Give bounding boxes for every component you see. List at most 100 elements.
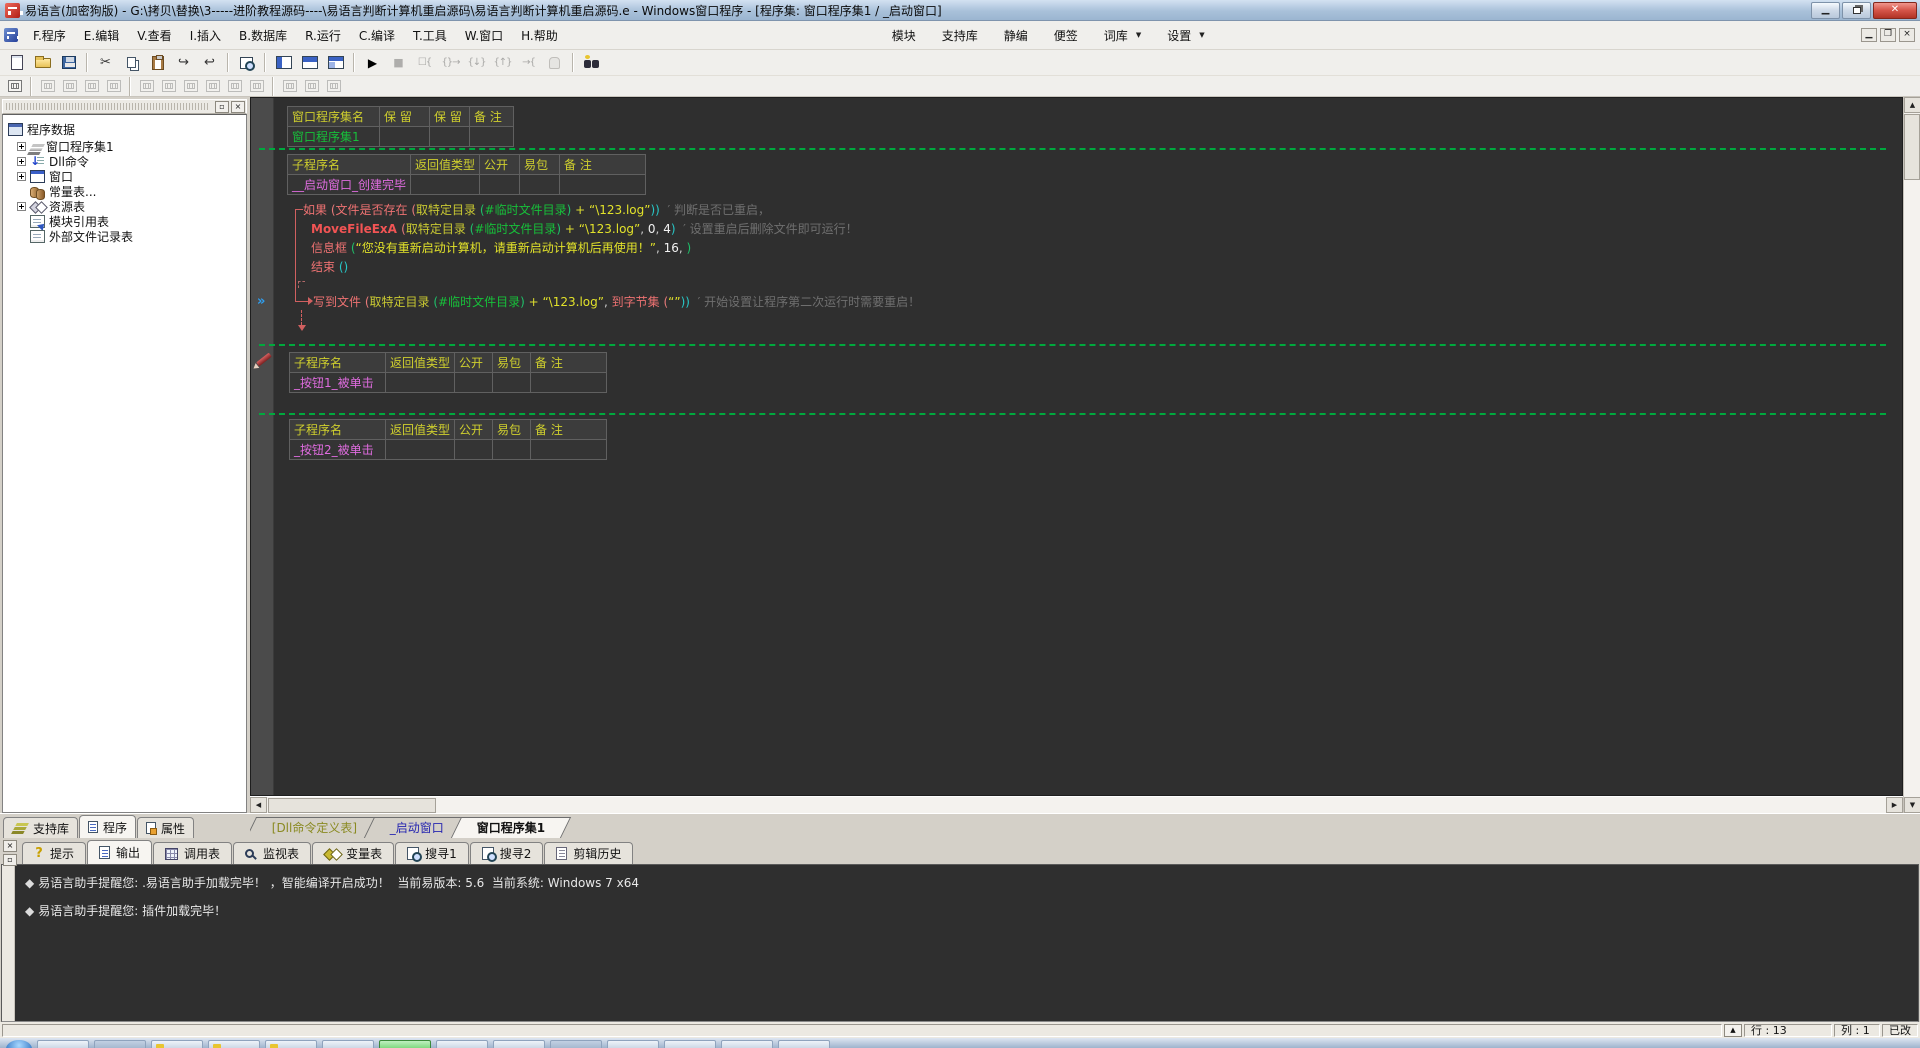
taskbar-item[interactable] [379, 1040, 431, 1048]
tab-window-assembly1[interactable]: 窗口程序集1 [451, 817, 572, 838]
tab-hints[interactable]: ? 提示 [22, 842, 87, 864]
menu-settings[interactable]: 设置 ▼ [1154, 23, 1217, 48]
run-button[interactable]: ▶ [360, 52, 385, 74]
horizontal-scroll-thumb[interactable] [268, 797, 436, 813]
tab-clip-history[interactable]: 剪辑历史 [544, 842, 634, 864]
scroll-down-button[interactable]: ▼ [1904, 797, 1920, 813]
taskbar-item[interactable] [778, 1040, 830, 1048]
subroutine-name-cell[interactable]: _按钮2_被单击 [289, 439, 386, 460]
horizontal-scrollbar[interactable]: ◀ ▶ [250, 796, 1903, 813]
tab-watch-table[interactable]: 监视表 [233, 842, 312, 864]
tab-search2[interactable]: 搜寻2 [469, 842, 544, 864]
taskbar-item[interactable] [94, 1040, 146, 1048]
panel-float-button[interactable]: ▫ [215, 100, 229, 113]
open-button[interactable] [30, 52, 55, 74]
table-row[interactable]: _按钮1_被单击 [289, 372, 608, 393]
menu-program[interactable]: F.程序 [24, 23, 75, 48]
view-both-panels-button[interactable] [323, 52, 348, 74]
expand-plus-icon[interactable] [17, 202, 26, 211]
redo-button[interactable]: ↪ [171, 52, 196, 74]
code-editor[interactable]: 窗口程序集名 保 留 保 留 备 注 窗口程序集1 子程序名 返回值类型 公开 [250, 97, 1903, 796]
scroll-left-button[interactable]: ◀ [250, 797, 267, 813]
expand-plus-icon[interactable] [17, 142, 26, 151]
menu-insert[interactable]: I.插入 [181, 23, 230, 48]
tree-item-dll-commands[interactable]: Dll命令 [8, 154, 244, 169]
output-float-button[interactable]: ▫ [3, 854, 17, 866]
menu-compile[interactable]: C.编译 [350, 23, 404, 48]
menu-edit[interactable]: E.编辑 [75, 23, 128, 48]
close-button[interactable]: ✕ [1873, 1, 1917, 19]
restore-button[interactable] [1842, 1, 1871, 19]
table-row[interactable]: 窗口程序集1 [287, 126, 514, 147]
same-size-button[interactable] [301, 78, 322, 95]
align-top-button[interactable] [81, 78, 102, 95]
find-all-button[interactable] [579, 52, 604, 74]
expand-plus-icon[interactable] [17, 157, 26, 166]
mdi-minimize-button[interactable]: ▁ [1861, 28, 1877, 42]
tab-support-library[interactable]: 支持库 [3, 817, 79, 838]
taskbar-item[interactable] [664, 1040, 716, 1048]
menu-module[interactable]: 模块 [879, 23, 929, 48]
mdi-close-button[interactable]: × [1899, 28, 1915, 42]
code-line[interactable]: 写到文件 (取特定目录 (#临时文件目录) + “\123.log”, 到字节集… [313, 294, 920, 310]
taskbar-item[interactable] [37, 1040, 89, 1048]
code-line[interactable]: 如果 (文件是否存在 (取特定目录 (#临时文件目录) + “\123.log”… [303, 202, 770, 218]
step-into-button[interactable]: {↓} [464, 52, 489, 74]
copy-button[interactable] [119, 52, 144, 74]
output-close-button[interactable]: × [3, 840, 17, 852]
taskbar-item[interactable] [322, 1040, 374, 1048]
table-row[interactable]: _按钮2_被单击 [289, 439, 608, 460]
taskbar-item[interactable] [607, 1040, 659, 1048]
drag-grip[interactable] [6, 103, 210, 110]
step-out-button[interactable]: {↑} [490, 52, 515, 74]
menu-help[interactable]: H.帮助 [512, 23, 567, 48]
align-left-button[interactable] [37, 78, 58, 95]
tab-output[interactable]: 输出 [87, 840, 153, 864]
form-designer-button[interactable] [4, 78, 25, 95]
tab-call-table[interactable]: 调用表 [153, 842, 233, 864]
assembly-name-cell[interactable]: 窗口程序集1 [287, 126, 380, 147]
space-across-button[interactable] [202, 78, 223, 95]
center-vertical-button[interactable] [158, 78, 179, 95]
center-horizontal-button[interactable] [136, 78, 157, 95]
output-gutter[interactable] [2, 865, 15, 1021]
undo-button[interactable]: ↩ [197, 52, 222, 74]
taskbar-item[interactable] [721, 1040, 773, 1048]
tree-item-resource-table[interactable]: 资源表 [8, 199, 244, 214]
code-line[interactable]: 结束 () [311, 259, 348, 275]
menu-support-lib[interactable]: 支持库 [929, 23, 991, 48]
taskbar-item[interactable] [151, 1040, 203, 1048]
step-over-button[interactable]: {}→ [438, 52, 463, 74]
table-row[interactable]: __启动窗口_创建完毕 [286, 174, 647, 195]
vertical-scrollbar[interactable]: ▲ ▼ [1903, 97, 1920, 813]
tab-program[interactable]: 程序 [79, 815, 137, 838]
code-line[interactable]: MoveFileExA (取特定目录 (#临时文件目录) + “\123.log… [311, 221, 858, 237]
menu-lexicon[interactable]: 词库 ▼ [1091, 23, 1154, 48]
tree-item-module-ref-table[interactable]: 模块引用表 [8, 214, 244, 229]
save-button[interactable] [56, 52, 81, 74]
taskbar-item[interactable] [208, 1040, 260, 1048]
code-line[interactable]: 信息框 (“您没有重新启动计算机，请重新启动计算机后再使用！”, 16, ) [311, 240, 691, 256]
find-in-code-button[interactable] [234, 52, 259, 74]
tree-item-external-file-table[interactable]: 外部文件记录表 [8, 229, 244, 244]
scroll-up-mini-button[interactable]: ▲ [1724, 1023, 1742, 1037]
paste-button[interactable] [145, 52, 170, 74]
scroll-right-button[interactable]: ▶ [1886, 797, 1903, 813]
view-left-panel-button[interactable] [271, 52, 296, 74]
menu-view[interactable]: V.查看 [128, 23, 180, 48]
size-both-button[interactable] [323, 78, 344, 95]
align-middle-button[interactable] [180, 78, 201, 95]
taskbar-item[interactable] [265, 1040, 317, 1048]
taskbar-item[interactable] [550, 1040, 602, 1048]
align-bottom-button[interactable] [103, 78, 124, 95]
vertical-scroll-thumb[interactable] [1904, 114, 1920, 180]
pause-button[interactable] [542, 52, 567, 74]
panel-close-button[interactable]: × [231, 100, 245, 113]
taskbar-item[interactable] [493, 1040, 545, 1048]
new-button[interactable] [4, 52, 29, 74]
tree-item-program-data[interactable]: 程序数据 [8, 122, 244, 137]
taskbar-item[interactable] [436, 1040, 488, 1048]
tree-item-constant-table[interactable]: 常量表... [8, 184, 244, 200]
space-down-button[interactable] [224, 78, 245, 95]
tree-item-window-assembly[interactable]: 窗口程序集1 [8, 139, 244, 154]
